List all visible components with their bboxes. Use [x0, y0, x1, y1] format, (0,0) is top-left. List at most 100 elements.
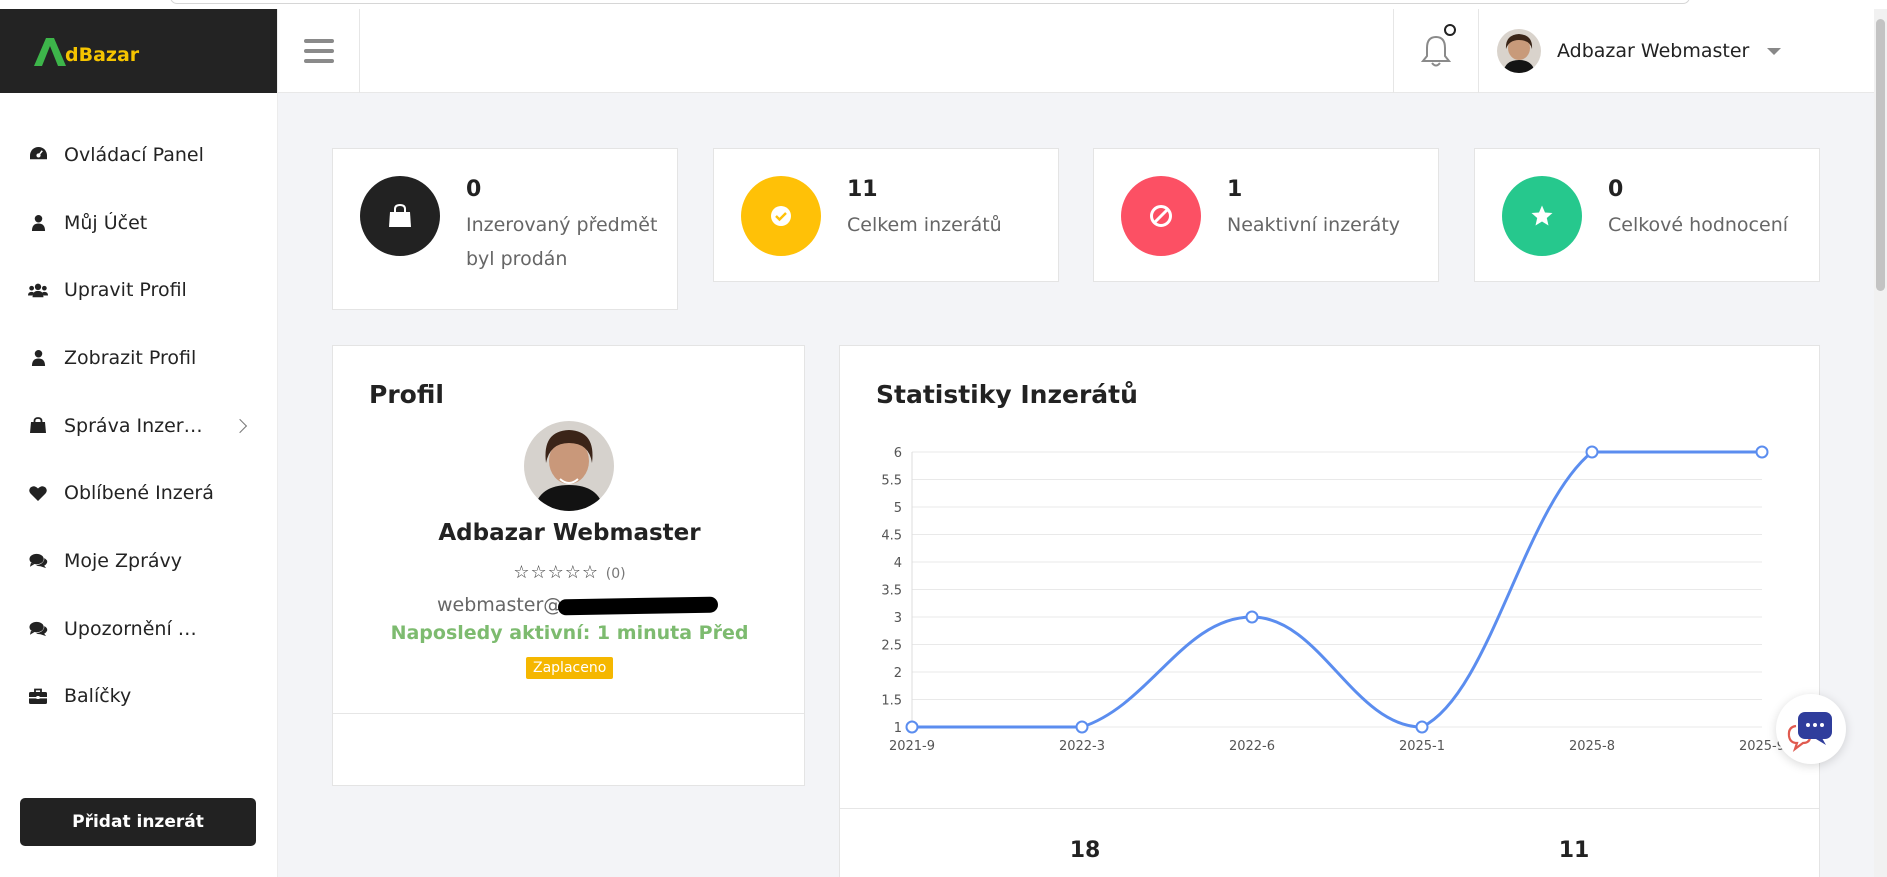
star-icon	[1531, 205, 1553, 226]
y-tick-label: 3.5	[881, 584, 902, 599]
x-tick-label: 2022-3	[1059, 739, 1105, 754]
stat-icon-circle	[1121, 176, 1201, 256]
y-tick-label: 6	[894, 446, 902, 461]
ban-icon	[1150, 205, 1172, 227]
sidebar-item-zobrazit-profil[interactable]: Zobrazit Profil	[0, 324, 277, 392]
y-tick-label: 2	[894, 666, 902, 681]
sidebar-item-label: Ovládací Panel	[64, 143, 204, 166]
x-tick-label: 2025-8	[1569, 739, 1615, 754]
sidebar-item-label: Upozornění Na Inzeráty	[64, 617, 210, 640]
briefcase-icon	[28, 686, 48, 706]
y-tick-label: 1.5	[881, 694, 902, 709]
scrollbar-thumb[interactable]	[1876, 19, 1885, 291]
status-badge: Zaplaceno	[526, 657, 614, 679]
sidebar: dBazar Ovládací Panel Můj Účet Upravit P…	[0, 9, 278, 877]
sidebar-item-moje-zpravy[interactable]: Moje Zprávy	[0, 527, 277, 595]
divider	[333, 713, 804, 714]
stat-label: Celkem inzerátů	[847, 214, 1002, 236]
svg-text:dBazar: dBazar	[65, 44, 140, 66]
divider	[840, 808, 1819, 809]
sidebar-nav: Ovládací Panel Můj Účet Upravit Profil Z…	[0, 121, 277, 730]
star-outline-icon: ☆☆☆☆☆	[513, 562, 600, 583]
page-scrollbar[interactable]	[1874, 9, 1887, 877]
data-point	[905, 720, 919, 734]
profile-panel: Profil Adbazar Webmaster ☆☆☆☆☆ (0) webma…	[332, 345, 805, 786]
profile-name: Adbazar Webmaster	[438, 520, 701, 546]
statistics-title: Statistiky Inzerátů	[876, 380, 1138, 409]
y-tick-label: 4.5	[881, 529, 902, 544]
sidebar-item-label: Můj Účet	[64, 211, 148, 234]
profile-avatar	[524, 421, 614, 511]
data-point	[1075, 720, 1089, 734]
sidebar-item-upravit-profil[interactable]: Upravit Profil	[0, 256, 277, 324]
sidebar-item-sprava-inzeratu[interactable]: Správa Inzerátů	[0, 392, 277, 460]
stat-label: Neaktivní inzeráty	[1227, 214, 1401, 236]
profile-title: Profil	[369, 380, 444, 409]
statistics-panel: Statistiky Inzerátů 1 1.5 2 2.5 3 3.5 4 4.5 5 5.5…	[839, 345, 1820, 877]
caret-down-icon	[1767, 47, 1782, 55]
add-listing-button[interactable]: Přidat inzerát	[20, 798, 256, 846]
user-menu[interactable]: Adbazar Webmaster	[1497, 9, 1782, 93]
y-tick-label: 2.5	[881, 639, 902, 654]
stat-value: 11	[847, 177, 878, 202]
notification-count-badge	[1444, 24, 1456, 36]
stat-card-sold: 0 Inzerovaný předmět byl prodán	[332, 148, 678, 310]
sidebar-item-upozorneni[interactable]: Upozornění Na Inzeráty	[0, 595, 277, 663]
stat-card-total-listings: 11 Celkem inzerátů	[713, 148, 1059, 282]
stat-icon-circle	[360, 176, 440, 256]
stat-icon-circle	[1502, 176, 1582, 256]
y-tick-label: 3	[894, 611, 902, 626]
stat-label: Celkové hodnocení	[1608, 214, 1789, 236]
comments-icon	[28, 619, 48, 639]
x-tick-label: 2025-1	[1399, 739, 1445, 754]
address-bar	[170, 0, 1690, 4]
heart-icon	[28, 483, 48, 503]
data-point	[1755, 445, 1769, 459]
x-tick-label: 2022-6	[1229, 739, 1275, 754]
rating-count: (0)	[605, 566, 626, 582]
sidebar-item-balicky[interactable]: Balíčky	[0, 663, 277, 731]
user-name: Adbazar Webmaster	[1557, 40, 1750, 62]
chat-icon	[1787, 712, 1832, 752]
top-header: Adbazar Webmaster	[278, 9, 1874, 93]
sidebar-item-label: Oblíbené Inzerá	[64, 482, 214, 505]
shopping-bag-icon	[28, 416, 48, 436]
chat-widget-button[interactable]	[1776, 694, 1846, 764]
rating-stars: ☆☆☆☆☆ (0)	[333, 562, 806, 583]
menu-toggle-button[interactable]	[278, 9, 360, 93]
sidebar-item-label: Upravit Profil	[64, 279, 187, 302]
data-point	[1585, 445, 1599, 459]
stat-card-rating: 0 Celkové hodnocení	[1474, 148, 1820, 282]
redaction-mark	[557, 596, 719, 616]
stat-label: Inzerovaný předmět byl prodán	[466, 214, 658, 270]
y-tick-label: 5.5	[881, 474, 902, 489]
bell-icon	[1421, 35, 1451, 67]
data-point	[1245, 610, 1259, 624]
stat-bottom-value: 18	[1069, 838, 1101, 863]
sidebar-item-oblibene-inzeraty[interactable]: Oblíbené Inzerá	[0, 459, 277, 527]
x-tick-label: 2021-9	[889, 739, 935, 754]
logo-icon: dBazar	[34, 38, 140, 66]
user-icon	[28, 348, 48, 368]
dashboard-icon	[28, 145, 48, 165]
stat-value: 1	[1227, 177, 1243, 202]
stat-value: 0	[1608, 177, 1624, 202]
notifications-button[interactable]	[1393, 9, 1479, 93]
sidebar-item-label: Správa Inzerátů	[64, 414, 214, 437]
chevron-right-icon	[232, 418, 248, 433]
sidebar-item-label: Moje Zprávy	[64, 549, 183, 572]
brand-logo[interactable]: dBazar	[0, 9, 277, 93]
profile-email: webmaster@	[437, 594, 563, 616]
sidebar-item-label: Zobrazit Profil	[64, 346, 197, 369]
browser-top-strip	[0, 0, 1887, 9]
y-tick-label: 4	[894, 556, 902, 571]
sidebar-item-muj-ucet[interactable]: Můj Účet	[0, 189, 277, 257]
users-icon	[28, 280, 48, 300]
y-tick-label: 5	[894, 501, 902, 516]
user-icon	[28, 213, 48, 233]
last-active: Naposledy aktivní: 1 minuta Před	[390, 622, 749, 644]
sidebar-item-ovladaci-panel[interactable]: Ovládací Panel	[0, 121, 277, 189]
listings-line-chart: 1 1.5 2 2.5 3 3.5 4 4.5 5 5.5 6 2021-9 2022-3 2022-6 2…	[881, 445, 1785, 754]
data-point	[1415, 720, 1429, 734]
y-tick-label: 1	[894, 721, 902, 736]
